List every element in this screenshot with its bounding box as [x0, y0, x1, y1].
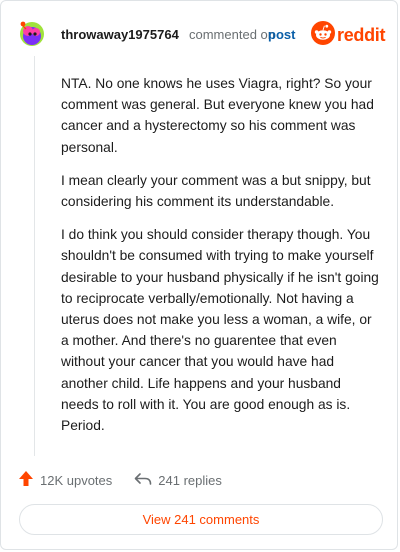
reply-arrow-icon: [134, 472, 158, 489]
reddit-logo[interactable]: reddit: [311, 21, 386, 50]
upvote-button[interactable]: 12K upvotes: [18, 470, 112, 490]
reddit-wordmark: reddit: [337, 25, 386, 45]
comment-body: NTA. No one knows he uses Viagra, right?…: [61, 73, 381, 448]
comment-card: throwaway1975764 commented on post reddi…: [0, 0, 398, 550]
view-comments-button[interactable]: View 241 comments: [19, 504, 383, 535]
upvote-arrow-icon: [18, 470, 40, 490]
comment-paragraph: NTA. No one knows he uses Viagra, right?…: [61, 76, 374, 155]
comment-action-text: commented on: [189, 27, 275, 42]
replies-button[interactable]: 241 replies: [134, 472, 222, 489]
reddit-snoo-icon: [311, 21, 335, 50]
thread-line: [34, 56, 35, 456]
comment-paragraph: I do think you should consider therapy t…: [61, 227, 379, 434]
upvote-count: 12K upvotes: [40, 472, 113, 488]
comment-paragraph: I mean clearly your comment was a but sn…: [61, 172, 371, 210]
username[interactable]: throwaway1975764: [61, 27, 179, 42]
comment-actions: 12K upvotes 241 replies: [18, 470, 244, 490]
post-link[interactable]: post: [268, 27, 295, 42]
avatar[interactable]: [19, 21, 45, 47]
reply-count: 241 replies: [158, 472, 222, 488]
